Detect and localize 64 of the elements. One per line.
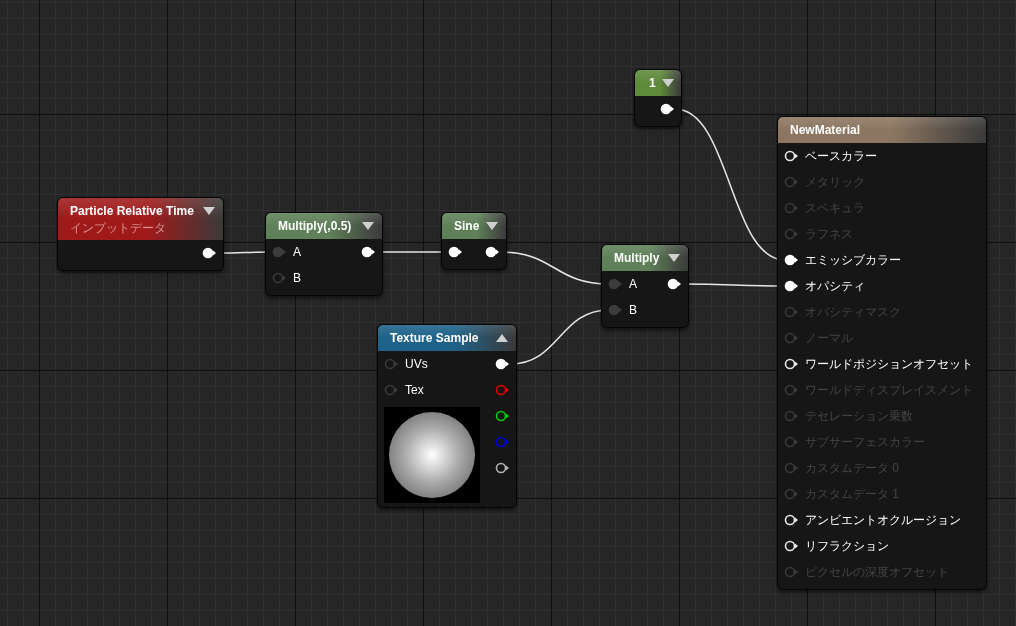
pin-label: Tex [405, 382, 424, 399]
input-pin-icon[interactable] [784, 228, 799, 240]
output-pin-icon[interactable] [660, 103, 675, 115]
input-pin-icon[interactable] [784, 176, 799, 188]
node-title: Particle Relative Time [70, 203, 194, 220]
graph-node[interactable]: Particle Relative Time インプットデータ [57, 197, 224, 271]
collapse-arrow-icon[interactable] [496, 333, 508, 343]
input-pin-icon[interactable] [384, 384, 399, 396]
input-pin-icon[interactable] [784, 332, 799, 344]
input-pin-icon[interactable] [784, 254, 799, 266]
node-title: Multiply(,0.5) [278, 218, 352, 235]
pin-label: ベースカラー [805, 148, 877, 165]
pin-label: アンビエントオクルージョン [805, 512, 961, 529]
output-pin-icon[interactable] [495, 462, 510, 474]
input-pin-icon[interactable] [608, 278, 623, 290]
expand-arrow-icon[interactable] [661, 78, 674, 88]
pin-label: UVs [405, 356, 428, 373]
input-pin-icon[interactable] [784, 462, 799, 474]
input-pin-icon[interactable] [784, 384, 799, 396]
output-pin-icon[interactable] [361, 246, 376, 258]
pin-label: リフラクション [805, 538, 889, 555]
node-title: Multiply [614, 250, 660, 267]
input-pin-icon[interactable] [784, 280, 799, 292]
output-pin-icon[interactable] [202, 247, 217, 259]
pin-label: B [629, 302, 637, 319]
node-title: 1 [649, 75, 656, 92]
input-pin-icon[interactable] [784, 358, 799, 370]
node-subtitle: インプットデータ [70, 220, 167, 236]
input-pin-icon[interactable] [784, 150, 799, 162]
expand-arrow-icon[interactable] [486, 221, 498, 231]
graph-node[interactable]: Multiply(,0.5) A B [265, 212, 383, 296]
node-title: Texture Sample [390, 330, 479, 347]
output-pin-icon[interactable] [485, 246, 500, 258]
output-pin-icon[interactable] [667, 278, 682, 290]
input-pin-icon[interactable] [272, 272, 287, 284]
input-pin-icon[interactable] [784, 410, 799, 422]
expand-arrow-icon[interactable] [668, 253, 680, 263]
input-pin-icon[interactable] [784, 202, 799, 214]
input-pin-icon[interactable] [784, 488, 799, 500]
pin-label: B [293, 270, 301, 287]
graph-node[interactable]: Texture Sample UVs Tex [377, 324, 517, 508]
input-pin-icon[interactable] [784, 514, 799, 526]
expand-arrow-icon[interactable] [362, 221, 374, 231]
input-pin-icon[interactable] [784, 540, 799, 552]
expand-arrow-icon[interactable] [203, 206, 215, 216]
input-pin-icon[interactable] [608, 304, 623, 316]
pin-label: A [293, 244, 301, 261]
input-pin-icon[interactable] [384, 358, 399, 370]
graph-node[interactable]: Sine [441, 212, 507, 270]
input-pin-icon[interactable] [784, 306, 799, 318]
graph-node[interactable]: 1 [634, 69, 682, 127]
node-title: NewMaterial [790, 122, 861, 139]
graph-node[interactable]: Multiply A B [601, 244, 689, 328]
input-pin-icon[interactable] [272, 246, 287, 258]
pin-label: エミッシブカラー [805, 252, 901, 269]
input-pin-icon[interactable] [448, 246, 463, 258]
pin-label: A [629, 276, 637, 293]
output-pin-icon[interactable] [495, 358, 510, 370]
output-pin-icon[interactable] [495, 410, 510, 422]
input-pin-icon[interactable] [784, 566, 799, 578]
pin-label: オパシティ [805, 278, 865, 295]
pin-label: ワールドポジションオフセット [805, 356, 973, 373]
node-title: Sine [454, 218, 480, 235]
input-pin-icon[interactable] [784, 436, 799, 448]
